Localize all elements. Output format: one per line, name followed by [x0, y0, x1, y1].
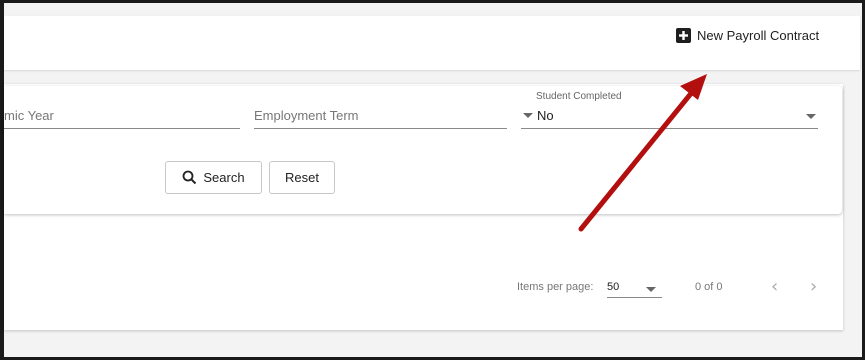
annotation-arrow: [578, 74, 707, 232]
